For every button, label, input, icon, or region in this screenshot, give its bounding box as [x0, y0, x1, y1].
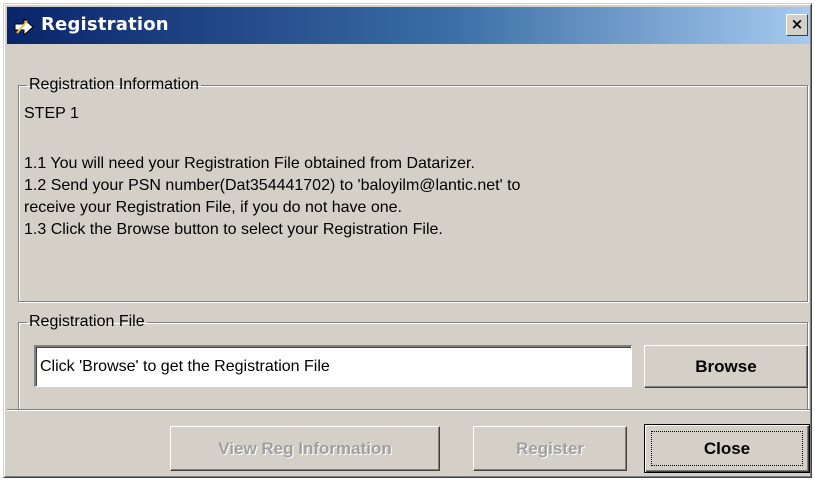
instruction-line: 1.1 You will need your Registration File…	[24, 155, 475, 172]
instruction-line: 1.2 Send your PSN number(Dat354441702) t…	[24, 177, 521, 194]
close-button-label: Close	[703, 439, 751, 458]
registration-dialog: Registration × Registration Information …	[3, 3, 812, 478]
view-reg-information-button[interactable]: View Reg Information	[170, 426, 440, 471]
registration-file-field[interactable]	[34, 345, 632, 387]
instruction-line: 1.3 Click the Browse button to select yo…	[24, 221, 443, 238]
step-heading: STEP 1	[24, 105, 79, 122]
window-title: Registration	[41, 14, 169, 35]
close-icon[interactable]: ×	[786, 14, 808, 36]
register-button[interactable]: Register	[473, 426, 627, 471]
pen-arrow-icon	[14, 17, 34, 37]
title-bar[interactable]: Registration ×	[7, 7, 810, 44]
footer-separator	[7, 409, 810, 411]
browse-button[interactable]: Browse	[644, 345, 808, 388]
close-button[interactable]: Close	[644, 424, 810, 473]
instruction-line: receive your Registration File, if you d…	[24, 199, 402, 216]
registration-file-legend: Registration File	[29, 313, 145, 330]
registration-information-legend: Registration Information	[29, 76, 199, 93]
